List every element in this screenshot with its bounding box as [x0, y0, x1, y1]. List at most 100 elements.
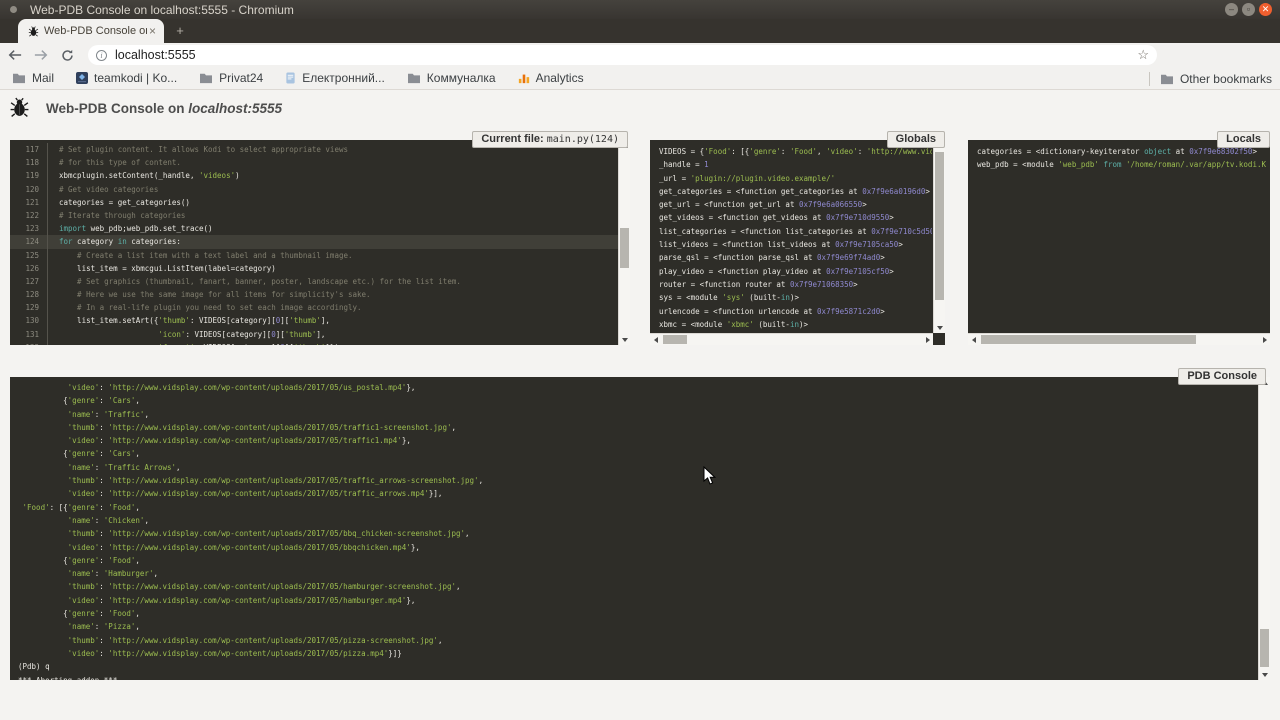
- console-line: 'name': 'Traffic',: [18, 408, 1257, 421]
- bookmark-item[interactable]: Mail: [12, 71, 54, 85]
- console-line: 'name': 'Pizza',: [18, 620, 1257, 633]
- console-line: 'name': 'Chicken',: [18, 514, 1257, 527]
- globals-line: get_categories = <function get_categorie…: [659, 185, 932, 198]
- globals-line: router = <function router at 0x7f9e71068…: [659, 278, 932, 291]
- code-line: 130 list_item.setArt({'thumb': VIDEOS[ca…: [10, 314, 618, 327]
- bookmark-label: teamkodi | Ko...: [94, 71, 177, 85]
- locals-text: categories = <dictionary-keyiterator obj…: [968, 140, 1266, 333]
- bookmark-label: Коммуналка: [427, 71, 496, 85]
- console-line: {'genre': 'Food',: [18, 554, 1257, 567]
- bookmark-item[interactable]: Privat24: [199, 71, 263, 85]
- code-line: 119xbmcplugin.setContent(_handle, 'video…: [10, 169, 618, 182]
- scroll-left-icon[interactable]: [650, 334, 661, 345]
- code-line: 127 # Set graphics (thumbnail, fanart, b…: [10, 275, 618, 288]
- globals-hscroll-thumb[interactable]: [663, 335, 687, 344]
- line-number: 117: [10, 143, 48, 156]
- code-line: 121categories = get_categories(): [10, 196, 618, 209]
- console-line: 'thumb': 'http://www.vidsplay.com/wp-con…: [18, 421, 1257, 434]
- new-tab-button[interactable]: +: [172, 24, 188, 38]
- locals-label: Locals: [1217, 131, 1270, 148]
- scroll-down-icon[interactable]: [1259, 669, 1270, 680]
- url-text: localhost:5555: [115, 48, 1137, 62]
- console-line: 'video': 'http://www.vidsplay.com/wp-con…: [18, 594, 1257, 607]
- other-bookmarks-button[interactable]: Other bookmarks: [1160, 72, 1272, 86]
- globals-line: _handle = 1: [659, 158, 932, 171]
- close-button[interactable]: ✕: [1259, 3, 1272, 16]
- globals-line: get_url = <function get_url at 0x7f9e6a0…: [659, 198, 932, 211]
- console-line: {'genre': 'Cars',: [18, 447, 1257, 460]
- tab-strip: Web-PDB Console on loca × +: [0, 19, 1280, 43]
- line-number: 121: [10, 196, 48, 209]
- scroll-left-icon[interactable]: [968, 334, 979, 345]
- bookmark-item[interactable]: Analytics: [518, 71, 584, 85]
- forward-button[interactable]: [30, 45, 52, 65]
- mouse-cursor: [703, 466, 716, 486]
- bookmark-label: Analytics: [536, 71, 584, 85]
- other-bookmarks-label: Other bookmarks: [1180, 72, 1272, 86]
- code-line: 124for category in categories:: [10, 235, 618, 248]
- bookmarks-list: Mail teamkodi | Ko... Privat24 Електронний.…: [12, 71, 584, 85]
- code-line: 131 'icon': VIDEOS[category][0]['thumb']…: [10, 328, 618, 341]
- globals-label: Globals: [887, 131, 945, 148]
- bookmark-item[interactable]: Електронний...: [285, 71, 385, 85]
- globals-panel: Globals VIDEOS = {'Food': [{'genre': 'Fo…: [650, 131, 945, 345]
- folder-icon: [199, 72, 213, 84]
- bookmark-label: Mail: [32, 71, 54, 85]
- console-line: 'video': 'http://www.vidsplay.com/wp-con…: [18, 381, 1257, 394]
- console-line: 'video': 'http://www.vidsplay.com/wp-con…: [18, 541, 1257, 554]
- folder-icon: [12, 72, 26, 84]
- line-number: 124: [10, 235, 48, 248]
- scroll-down-icon[interactable]: [619, 334, 630, 345]
- globals-vscroll-thumb[interactable]: [935, 152, 944, 300]
- locals-hscroll-thumb[interactable]: [981, 335, 1196, 344]
- globals-line: get_videos = <function get_videos at 0x7…: [659, 211, 932, 224]
- line-number: 130: [10, 314, 48, 327]
- scroll-right-icon[interactable]: [922, 334, 933, 345]
- tab-close-icon[interactable]: ×: [147, 24, 158, 38]
- globals-vertical-scrollbar[interactable]: [933, 140, 945, 333]
- code-line: 128 # Here we use the same image for all…: [10, 288, 618, 301]
- console-line: 'name': 'Hamburger',: [18, 567, 1257, 580]
- line-number: 132: [10, 341, 48, 345]
- window-title: Web-PDB Console on localhost:5555 - Chro…: [30, 3, 294, 17]
- console-line: 'thumb': 'http://www.vidsplay.com/wp-con…: [18, 474, 1257, 487]
- minimize-button[interactable]: –: [1225, 3, 1238, 16]
- bookmark-label: Електронний...: [302, 71, 385, 85]
- console-line: 'thumb': 'http://www.vidsplay.com/wp-con…: [18, 634, 1257, 647]
- line-number: 128: [10, 288, 48, 301]
- maximize-button[interactable]: ▫: [1242, 3, 1255, 16]
- console-line: {'genre': 'Cars',: [18, 394, 1257, 407]
- bookmark-item[interactable]: Коммуналка: [407, 71, 496, 85]
- line-number: 126: [10, 262, 48, 275]
- web-pdb-bug-icon: [9, 97, 30, 118]
- window-titlebar: Web-PDB Console on localhost:5555 - Chro…: [0, 0, 1280, 19]
- code-line: 118# for this type of content.: [10, 156, 618, 169]
- reload-button[interactable]: [56, 45, 78, 65]
- code-vertical-scrollbar[interactable]: [618, 140, 630, 345]
- back-button[interactable]: [4, 45, 26, 65]
- console-line: 'video': 'http://www.vidsplay.com/wp-con…: [18, 487, 1257, 500]
- console-text: 'video': 'http://www.vidsplay.com/wp-con…: [10, 377, 1257, 680]
- code-scroll-thumb[interactable]: [620, 228, 629, 268]
- globals-horizontal-scrollbar[interactable]: [650, 333, 933, 345]
- scroll-right-icon[interactable]: [1259, 334, 1270, 345]
- scroll-down-icon[interactable]: [934, 322, 945, 333]
- page-title-host: localhost:5555: [188, 101, 282, 116]
- code-line: 123import web_pdb;web_pdb.set_trace(): [10, 222, 618, 235]
- web-pdb-page: Web-PDB Console on localhost:5555 Curren…: [0, 90, 1280, 720]
- url-field[interactable]: i localhost:5555 ☆: [88, 45, 1157, 65]
- globals-line: _url = 'plugin://plugin.video.example/': [659, 172, 932, 185]
- bookmark-star-icon[interactable]: ☆: [1137, 47, 1149, 63]
- locals-horizontal-scrollbar[interactable]: [968, 333, 1270, 345]
- console-scroll-thumb[interactable]: [1260, 629, 1269, 667]
- code-line: 120# Get video categories: [10, 183, 618, 196]
- bookmark-item[interactable]: teamkodi | Ko...: [76, 71, 177, 85]
- console-vertical-scrollbar[interactable]: [1258, 377, 1270, 680]
- code-panel: Current file: main.py(124) 117# Set plug…: [10, 131, 630, 345]
- browser-tab[interactable]: Web-PDB Console on loca ×: [18, 19, 164, 43]
- page-info-icon[interactable]: i: [96, 50, 107, 61]
- globals-line: list_categories = <function list_categor…: [659, 225, 932, 238]
- line-number: 123: [10, 222, 48, 235]
- kodi-favicon: [76, 72, 88, 84]
- code-line: 125 # Create a list item with a text lab…: [10, 249, 618, 262]
